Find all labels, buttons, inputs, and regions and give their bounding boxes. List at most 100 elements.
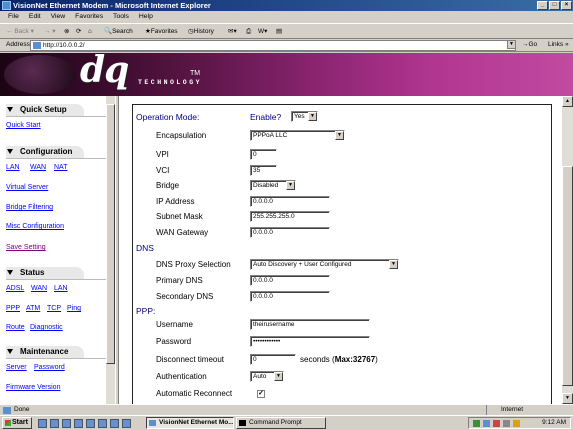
left-frame-scrollbar[interactable]	[106, 96, 115, 404]
operation-mode-label: Operation Mode:	[136, 112, 200, 122]
go-button[interactable]: →Go	[522, 39, 537, 51]
auto-reconnect-checkbox[interactable]: ✓	[257, 390, 265, 398]
maximize-button[interactable]: □	[549, 1, 560, 10]
password-input[interactable]: ••••••••••••	[250, 336, 370, 347]
nav-quick-start[interactable]: Quick Start	[6, 122, 41, 129]
nav-title-configuration: Configuration	[20, 147, 73, 156]
wan-gateway-input[interactable]: 0.0.0.0	[250, 227, 330, 238]
frame-divider[interactable]	[115, 96, 119, 404]
nav-wan[interactable]: WAN	[30, 164, 46, 171]
quicklaunch-icon-5[interactable]	[86, 419, 95, 428]
tray-icon-1[interactable]	[473, 420, 480, 427]
nav-lan[interactable]: LAN	[6, 164, 20, 171]
nav-firmware-version[interactable]: Firmware Version	[6, 384, 60, 391]
print-icon[interactable]: ⎙	[246, 24, 251, 39]
status-bar: Done Internet	[0, 404, 573, 416]
quicklaunch-icon-8[interactable]	[122, 419, 131, 428]
technology-text: TECHNOLOGY	[138, 79, 203, 86]
menu-tools[interactable]: Tools	[113, 13, 129, 20]
bridge-select[interactable]: Disabled ▼	[250, 180, 296, 191]
address-url: http://10.0.0.2/	[43, 42, 85, 49]
search-button[interactable]: 🔍Search	[104, 24, 133, 39]
enable-select[interactable]: Yes ▼	[291, 111, 318, 122]
nav-nat[interactable]: NAT	[54, 164, 67, 171]
menu-view[interactable]: View	[51, 13, 66, 20]
refresh-icon[interactable]: ⟳	[76, 24, 81, 39]
start-button[interactable]: Start	[2, 417, 32, 429]
triangle-down-icon	[7, 270, 13, 275]
tray-icon-3[interactable]	[493, 420, 500, 427]
stop-icon[interactable]: ⊗	[64, 24, 69, 39]
password-label: Password	[156, 337, 192, 346]
dq-banner: dq TECHNOLOGY TM	[0, 53, 573, 96]
nav-save-setting[interactable]: Save Setting	[6, 244, 46, 251]
authentication-select[interactable]: Auto ▼	[250, 371, 284, 382]
favorites-button[interactable]: ★Favorites	[145, 24, 178, 39]
menu-file[interactable]: File	[8, 13, 19, 20]
tray-icon-2[interactable]	[483, 420, 490, 427]
ip-address-input[interactable]: 0.0.0.0	[250, 196, 330, 207]
nav-diagnostic[interactable]: Diagnostic	[30, 324, 63, 331]
tray-icon-5[interactable]	[513, 420, 520, 427]
subnet-mask-input[interactable]: 255.255.255.0	[250, 211, 330, 222]
address-dropdown[interactable]: ▼	[507, 40, 516, 49]
nav-ppp[interactable]: PPP	[6, 305, 20, 312]
window-titlebar: VisionNet Ethernet Modem - Microsoft Int…	[0, 0, 573, 11]
username-input[interactable]: theirusername	[250, 319, 370, 330]
secondary-dns-input[interactable]: 0.0.0.0	[250, 291, 330, 302]
encapsulation-select[interactable]: PPPoA LLC ▼	[250, 130, 345, 141]
address-input[interactable]: http://10.0.0.2/	[30, 40, 516, 51]
history-button[interactable]: ◷History	[188, 24, 214, 39]
edit-icon[interactable]: W▾	[258, 24, 267, 39]
nav-ping[interactable]: Ping	[67, 305, 81, 312]
menu-edit[interactable]: Edit	[29, 13, 41, 20]
primary-dns-input[interactable]: 0.0.0.0	[250, 275, 330, 286]
browser-viewport: dq TECHNOLOGY TM Quick Setup Quick Start…	[0, 53, 573, 404]
vci-input[interactable]: 35	[250, 165, 277, 176]
dns-proxy-select[interactable]: Auto Discovery + User Configured ▼	[250, 259, 399, 270]
quicklaunch-icon-1[interactable]	[38, 419, 47, 428]
discuss-icon[interactable]: ▤	[276, 24, 282, 39]
main-scroll-thumb[interactable]	[562, 166, 573, 386]
nav-misc-configuration[interactable]: Misc Configuration	[6, 223, 64, 230]
task-command-prompt[interactable]: Command Prompt	[236, 417, 326, 429]
vpi-input[interactable]: 0	[250, 149, 277, 160]
home-icon[interactable]: ⌂	[88, 24, 92, 39]
main-scrollbar[interactable]: ▲ ▼	[562, 96, 573, 404]
nav-route[interactable]: Route	[6, 324, 25, 331]
task-ie[interactable]: VisionNet Ethernet Mo...	[146, 417, 234, 429]
close-button[interactable]: ×	[561, 1, 572, 10]
tray-icon-4[interactable]	[503, 420, 510, 427]
scroll-up-button[interactable]: ▲	[562, 96, 573, 107]
quicklaunch-icon-6[interactable]	[98, 419, 107, 428]
links-button[interactable]: Links »	[548, 39, 569, 51]
left-scroll-thumb[interactable]	[106, 104, 115, 364]
forward-button[interactable]: → ▾	[44, 24, 56, 39]
secondary-dns-label: Secondary DNS	[156, 292, 214, 301]
quicklaunch-icon-3[interactable]	[62, 419, 71, 428]
nav-virtual-server[interactable]: Virtual Server	[6, 184, 48, 191]
nav-atm[interactable]: ATM	[26, 305, 40, 312]
disconnect-timeout-input[interactable]: 0	[250, 354, 296, 365]
nav-status-wan[interactable]: WAN	[31, 285, 47, 292]
nav-server[interactable]: Server	[6, 364, 27, 371]
quicklaunch-icon-4[interactable]	[74, 419, 83, 428]
triangle-down-icon	[7, 107, 13, 112]
menu-favorites[interactable]: Favorites	[75, 13, 103, 20]
back-button[interactable]: ← Back ▾	[6, 24, 34, 39]
trademark: TM	[190, 70, 201, 77]
menu-help[interactable]: Help	[139, 13, 153, 20]
quicklaunch-icon-7[interactable]	[110, 419, 119, 428]
nav-tcp[interactable]: TCP	[47, 305, 61, 312]
minimize-button[interactable]: _	[537, 1, 548, 10]
mail-icon[interactable]: ✉▾	[228, 24, 237, 39]
scroll-down-button[interactable]: ▼	[562, 393, 573, 404]
nav-title-quick-setup: Quick Setup	[20, 105, 67, 114]
nav-bridge-filtering[interactable]: Bridge Filtering	[6, 204, 53, 211]
nav-status-lan[interactable]: LAN	[54, 285, 68, 292]
nav-password[interactable]: Password	[34, 364, 65, 371]
quicklaunch-icon-2[interactable]	[50, 419, 59, 428]
nav-section-status: Status	[6, 267, 106, 280]
nav-adsl[interactable]: ADSL	[6, 285, 24, 292]
dns-proxy-value: Auto Discovery + User Configured	[253, 261, 352, 268]
